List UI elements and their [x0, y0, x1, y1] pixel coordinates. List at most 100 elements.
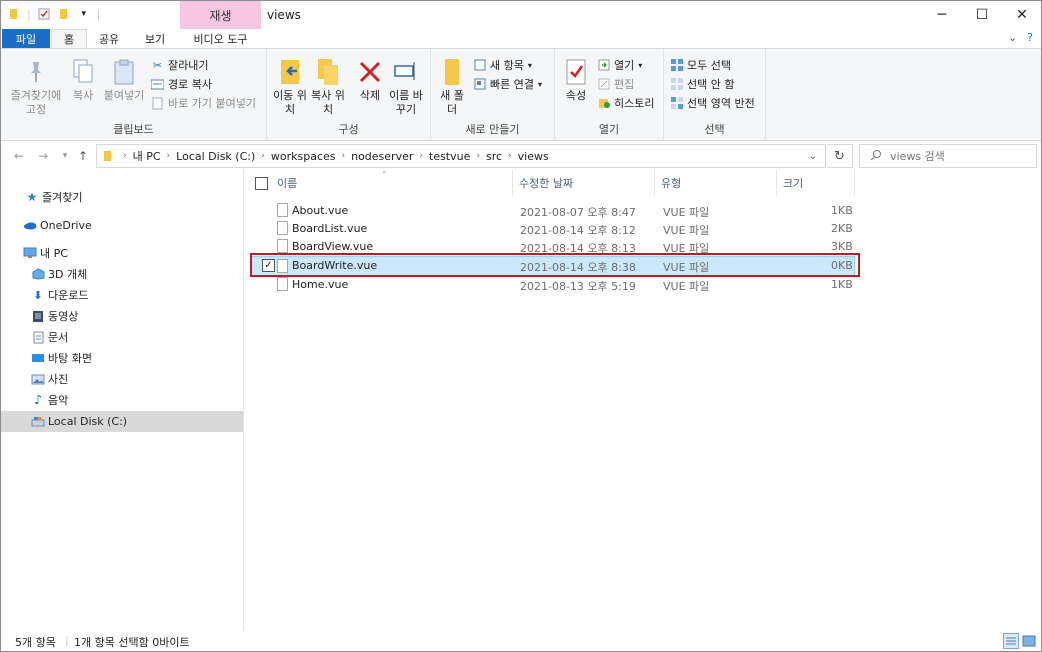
- nav-item-documents[interactable]: 문서: [1, 327, 243, 347]
- new-folder-button[interactable]: 새 폴더: [437, 57, 467, 117]
- breadcrumb-my-pc[interactable]: 내 PC: [133, 148, 161, 164]
- tab-home[interactable]: 홈: [51, 29, 87, 48]
- tab-file[interactable]: 파일: [2, 29, 50, 48]
- file-date: 2021-08-13 오후 5:19: [520, 280, 636, 293]
- copy-label: 복사: [72, 89, 94, 102]
- nav-item-3d-objects[interactable]: 3D 개체: [1, 264, 243, 284]
- organize-group-label: 구성: [338, 123, 359, 136]
- ribbon-collapse-icon[interactable]: ⌄: [1008, 31, 1017, 44]
- breadcrumb-src[interactable]: src: [486, 150, 502, 163]
- column-header-type[interactable]: 유형: [655, 170, 777, 196]
- ribbon-tabs: 파일 홈 공유 보기 비디오 도구 ⌄ ?: [1, 29, 1041, 48]
- close-button[interactable]: ✕: [999, 1, 1041, 29]
- breadcrumb-testvue[interactable]: testvue: [429, 150, 470, 163]
- breadcrumb-nodeserver[interactable]: nodeserver: [351, 150, 413, 163]
- select-none-button[interactable]: 선택 안 함: [670, 76, 734, 92]
- file-row[interactable]: BoardView.vue 2021-08-14 오후 8:13 VUE 파일 …: [251, 238, 855, 256]
- column-header-size[interactable]: 크기: [777, 170, 855, 196]
- up-arrow-icon[interactable]: ↑: [75, 148, 91, 164]
- properties-check-icon[interactable]: [37, 7, 51, 21]
- paste-shortcut-button[interactable]: 바로 가기 붙여넣기: [151, 95, 256, 111]
- row-checkbox-checked[interactable]: ✓: [262, 259, 275, 272]
- recent-locations-icon[interactable]: ▾: [57, 148, 73, 164]
- new-folder-qat-icon[interactable]: [57, 7, 71, 21]
- video-icon: [31, 309, 45, 323]
- properties-button[interactable]: 속성: [561, 57, 591, 103]
- ribbon: 즐겨찾기에 고정 복사 붙여넣기 ✂ 잘라내기 경로 복사 바로 가기 붙여넣기…: [1, 48, 1041, 141]
- paste-button[interactable]: 붙여넣기: [101, 57, 147, 103]
- history-button[interactable]: 히스토리: [597, 95, 654, 111]
- copy-button[interactable]: 복사: [67, 57, 99, 103]
- nav-item-label: OneDrive: [40, 218, 92, 232]
- back-arrow-icon[interactable]: ←: [11, 148, 27, 164]
- explorer-window: | ▾ | 재생 views ─ ☐ ✕ 파일 홈 공유 보기 비디오 도구 ⌄…: [0, 0, 1042, 652]
- file-row[interactable]: BoardList.vue 2021-08-14 오후 8:12 VUE 파일 …: [251, 220, 855, 238]
- paste-shortcut-label: 바로 가기 붙여넣기: [168, 97, 256, 110]
- file-size: 3KB: [831, 240, 853, 253]
- pin-quick-access-button[interactable]: 즐겨찾기에 고정: [7, 57, 65, 117]
- status-selection: 1개 항목 선택함 0바이트: [74, 636, 190, 649]
- history-icon: [597, 97, 610, 110]
- nav-item-label: 동영상: [48, 310, 79, 323]
- new-item-label: 새 항목: [490, 59, 524, 72]
- address-bar[interactable]: › 내 PC › Local Disk (C:) › workspaces › …: [96, 144, 826, 168]
- help-icon[interactable]: ?: [1027, 31, 1033, 44]
- select-all-checkbox[interactable]: [255, 177, 268, 190]
- rename-button[interactable]: 이름 바꾸기: [387, 57, 425, 117]
- search-placeholder: views 검색: [890, 150, 945, 163]
- address-dropdown-icon[interactable]: ⌄: [809, 151, 817, 162]
- invert-selection-button[interactable]: 선택 영역 반전: [670, 95, 755, 111]
- move-to-button[interactable]: 이동 위치: [271, 57, 309, 117]
- nav-item-pictures[interactable]: 사진: [1, 369, 243, 389]
- tab-share[interactable]: 공유: [89, 29, 129, 48]
- cut-button[interactable]: ✂ 잘라내기: [151, 57, 209, 73]
- open-button[interactable]: 열기 ▾: [597, 57, 642, 73]
- cut-label: 잘라내기: [168, 59, 209, 72]
- nav-item-downloads[interactable]: ⬇ 다운로드: [1, 285, 243, 305]
- new-item-button[interactable]: 새 항목 ▾: [473, 57, 532, 73]
- easy-access-button[interactable]: 빠른 연결 ▾: [473, 76, 542, 92]
- file-icon: [277, 221, 288, 235]
- large-icons-view-icon[interactable]: [1021, 633, 1037, 649]
- column-header-name[interactable]: 이름: [271, 170, 513, 196]
- breadcrumb-workspaces[interactable]: workspaces: [271, 150, 336, 163]
- address-folder-icon: [103, 150, 113, 162]
- select-all-button[interactable]: 모두 선택: [670, 57, 731, 73]
- new-item-dropdown-icon: ▾: [527, 60, 532, 70]
- tab-video-tools[interactable]: 비디오 도구: [180, 29, 261, 48]
- tab-view[interactable]: 보기: [133, 29, 177, 48]
- delete-button[interactable]: 삭제: [353, 57, 387, 103]
- nav-item-music[interactable]: ♪ 음악: [1, 390, 243, 410]
- nav-item-local-disk[interactable]: Local Disk (C:): [1, 411, 243, 432]
- breadcrumb-local-disk[interactable]: Local Disk (C:): [176, 150, 255, 163]
- nav-item-onedrive[interactable]: OneDrive: [1, 215, 243, 235]
- file-row[interactable]: Home.vue 2021-08-13 오후 5:19 VUE 파일 1KB: [251, 276, 855, 294]
- folder-icon[interactable]: [7, 7, 21, 21]
- nav-item-my-pc[interactable]: 내 PC: [1, 243, 243, 263]
- properties-label: 속성: [565, 89, 587, 102]
- context-tab-header: 재생: [180, 1, 261, 29]
- paste-icon: [110, 57, 138, 87]
- open-icon: [597, 59, 610, 72]
- qat-dropdown-icon[interactable]: ▾: [77, 7, 91, 21]
- refresh-icon[interactable]: ↻: [827, 144, 853, 168]
- copy-to-button[interactable]: 복사 위치: [309, 57, 347, 117]
- clipboard-group: 즐겨찾기에 고정 복사 붙여넣기 ✂ 잘라내기 경로 복사 바로 가기 붙여넣기…: [1, 49, 267, 141]
- nav-item-desktop[interactable]: 바탕 화면: [1, 348, 243, 368]
- rename-label: 이름 바꾸기: [389, 89, 423, 116]
- nav-item-favorites[interactable]: ★ 즐겨찾기: [1, 187, 243, 207]
- nav-item-videos[interactable]: 동영상: [1, 306, 243, 326]
- search-input[interactable]: views 검색: [859, 144, 1037, 168]
- clipboard-group-label: 클립보드: [113, 123, 154, 136]
- forward-arrow-icon[interactable]: →: [35, 148, 51, 164]
- details-view-icon[interactable]: [1003, 633, 1019, 649]
- file-row-selected[interactable]: ✓ BoardWrite.vue 2021-08-14 오후 8:38 VUE …: [251, 256, 855, 276]
- nav-item-label: 내 PC: [40, 247, 68, 260]
- breadcrumb-views[interactable]: views: [518, 150, 549, 163]
- file-row[interactable]: About.vue 2021-08-07 오후 8:47 VUE 파일 1KB: [251, 202, 855, 220]
- column-header-date[interactable]: 수정한 날짜: [513, 170, 655, 196]
- edit-button[interactable]: 편집: [597, 76, 634, 92]
- help-area: ⌄ ?: [1008, 31, 1033, 44]
- delete-x-icon: [356, 57, 384, 87]
- copy-path-button[interactable]: 경로 복사: [151, 76, 212, 92]
